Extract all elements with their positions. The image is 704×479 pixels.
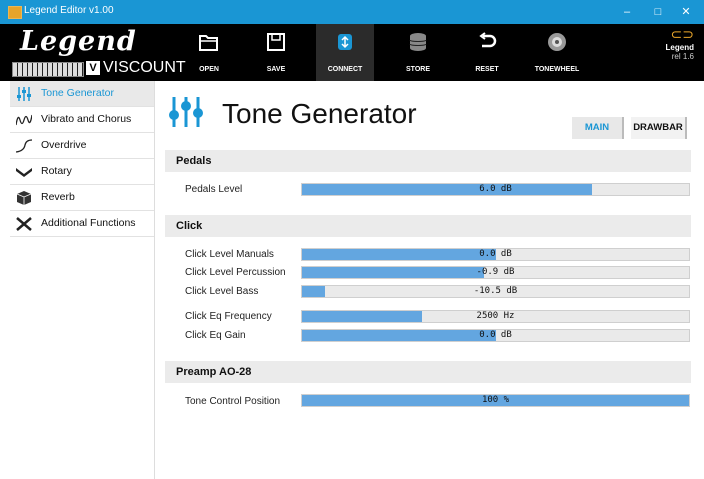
tab-main[interactable]: MAIN	[572, 117, 624, 139]
keyboard-graphic	[12, 62, 84, 77]
store-label: STORE	[406, 66, 430, 73]
link-rings-icon: ⊂⊃	[670, 26, 694, 42]
section-pedals-header: Pedals	[165, 150, 691, 172]
param-label: Click Eq Frequency	[185, 311, 272, 322]
logo-brand: Legend	[20, 26, 137, 57]
window-title: Legend Editor v1.00	[24, 5, 114, 16]
wave-icon	[16, 114, 32, 126]
viscount-badge: V	[86, 61, 100, 75]
minimize-button[interactable]: –	[617, 4, 637, 20]
reset-button[interactable]: RESET	[458, 24, 516, 81]
slider-value: 0.0 dB	[479, 330, 512, 340]
sidebar-item-label: Reverb	[41, 191, 75, 203]
maximize-button[interactable]: □	[648, 4, 668, 20]
window-titlebar: Legend Editor v1.00 – □ ✕	[0, 0, 704, 24]
click-eq-gain-slider[interactable]: 0.0 dB	[301, 329, 690, 342]
sidebar-item-label: Tone Generator	[41, 87, 114, 99]
slider-value: 100 %	[481, 395, 510, 405]
app-icon	[8, 6, 22, 19]
connect-button[interactable]: CONNECT	[316, 24, 374, 81]
click-level-manuals-slider[interactable]: 0.0 dB	[301, 248, 690, 261]
page-title: Tone Generator	[222, 98, 417, 129]
param-label: Pedals Level	[185, 184, 243, 195]
open-label: OPEN	[199, 66, 219, 73]
param-label: Tone Control Position	[185, 396, 281, 407]
slider-value: -10.5 dB	[473, 286, 518, 296]
logo-maker: VISCOUNT	[103, 59, 186, 76]
save-disk-icon	[267, 33, 285, 51]
legend-viscount-logo: Legend V VISCOUNT	[12, 26, 186, 78]
store-button[interactable]: STORE	[389, 24, 447, 81]
click-level-bass-slider[interactable]: -10.5 dB	[301, 285, 690, 298]
curve-icon	[16, 139, 32, 153]
sidebar-item-label: Additional Functions	[41, 217, 136, 229]
tone-control-position-slider[interactable]: 100 %	[301, 394, 690, 407]
undo-icon	[479, 32, 497, 48]
sliders-icon	[17, 87, 31, 101]
tab-drawbar[interactable]: DRAWBAR	[631, 117, 687, 139]
tools-icon	[16, 217, 32, 231]
sidebar-item-rotary[interactable]: Rotary	[10, 159, 154, 185]
tone-generator-icon	[169, 97, 203, 127]
rotor-horn-icon	[16, 168, 32, 177]
sidebar-item-vibrato-chorus[interactable]: Vibrato and Chorus	[10, 107, 154, 133]
tonewheel-button[interactable]: TONEWHEEL	[528, 24, 586, 81]
click-level-percussion-slider[interactable]: -0.9 dB	[301, 266, 690, 279]
box-icon	[16, 191, 32, 205]
param-label: Click Eq Gain	[185, 330, 246, 341]
param-label: Click Level Bass	[185, 286, 259, 297]
sidebar-item-overdrive[interactable]: Overdrive	[10, 133, 154, 159]
save-button[interactable]: SAVE	[247, 24, 305, 81]
reset-label: RESET	[475, 66, 499, 73]
release-info: ⊂⊃ Legend rel 1.6	[666, 26, 694, 61]
save-label: SAVE	[266, 66, 286, 73]
folder-icon	[199, 35, 218, 51]
connect-icon	[338, 34, 352, 50]
slider-value: 0.0 dB	[479, 249, 512, 259]
tonewheel-label: TONEWHEEL	[534, 66, 580, 73]
click-eq-frequency-slider[interactable]: 2500 Hz	[301, 310, 690, 323]
close-button[interactable]: ✕	[676, 4, 696, 20]
slider-value: 2500 Hz	[476, 311, 515, 321]
sidebar-item-reverb[interactable]: Reverb	[10, 185, 154, 211]
param-label: Click Level Percussion	[185, 267, 286, 278]
sidebar-item-tone-generator[interactable]: Tone Generator	[10, 81, 154, 107]
tonewheel-icon	[548, 33, 566, 51]
release-version: rel 1.6	[671, 52, 694, 61]
open-button[interactable]: OPEN	[180, 24, 238, 81]
database-icon	[409, 33, 427, 51]
sidebar-item-additional-functions[interactable]: Additional Functions	[10, 211, 154, 237]
connect-label: CONNECT	[327, 66, 363, 73]
section-preamp-header: Preamp AO-28	[165, 361, 691, 383]
param-label: Click Level Manuals	[185, 249, 274, 260]
sidebar-item-label: Rotary	[41, 165, 72, 177]
sidebar: Tone Generator Vibrato and Chorus Overdr…	[10, 81, 155, 479]
sidebar-item-label: Overdrive	[41, 139, 87, 151]
slider-value: -0.9 dB	[476, 267, 515, 277]
sidebar-item-label: Vibrato and Chorus	[41, 113, 132, 125]
release-name: Legend	[665, 43, 694, 52]
pedals-level-slider[interactable]: 6.0 dB	[301, 183, 690, 196]
section-click-header: Click	[165, 215, 691, 237]
slider-value: 6.0 dB	[479, 184, 512, 194]
